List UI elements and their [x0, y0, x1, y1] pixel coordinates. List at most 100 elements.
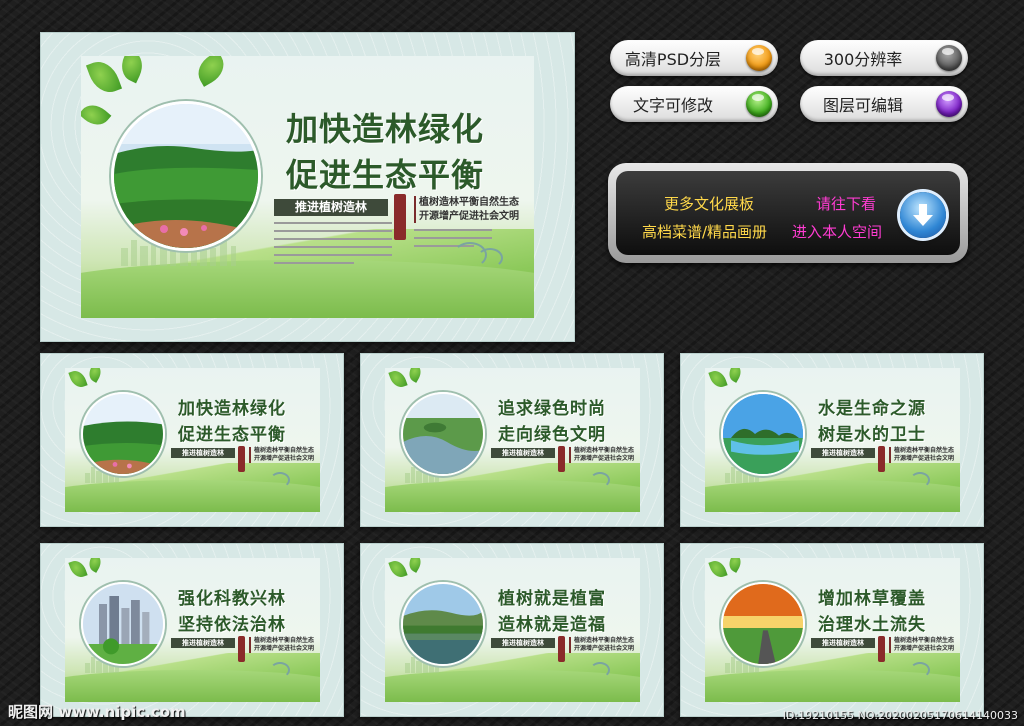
- slogan-line2: 开源增产促进社会文明: [254, 455, 315, 463]
- scene-photo: [403, 584, 483, 664]
- leaf-decoration: [708, 368, 728, 390]
- main-title-line2: 促进生态平衡: [286, 156, 485, 194]
- tag-bar: 推进植树造林: [491, 638, 555, 648]
- board-inner: 水是生命之源 树是水的卫士 推进植树造林 植树造林平衡自然生态 开源增产促进社会…: [705, 368, 960, 512]
- thumbnail-board[interactable]: 水是生命之源 树是水的卫士 推进植树造林 植树造林平衡自然生态 开源增产促进社会…: [680, 353, 984, 527]
- scene-photo-circle: [401, 582, 485, 666]
- thumbnail-board[interactable]: 追求绿色时尚 走向绿色文明 推进植树造林 植树造林平衡自然生态 开源增产促进社会…: [360, 353, 664, 527]
- leaf-decoration: [725, 558, 745, 573]
- leaf-decoration: [192, 56, 230, 87]
- board-inner: 追求绿色时尚 走向绿色文明 推进植树造林 植树造林平衡自然生态 开源增产促进社会…: [385, 368, 640, 512]
- slogan-line1: 植树造林平衡自然生态: [894, 637, 955, 644]
- thumbnail-board[interactable]: 加快造林绿化 促进生态平衡 推进植树造林 植树造林平衡自然生态 开源增产促进社会…: [40, 353, 344, 527]
- slogan-block: 植树造林平衡自然生态 开源增产促进社会文明: [889, 637, 955, 654]
- tag-bar: 推进植树造林: [811, 448, 875, 458]
- feature-editable-layers: 图层可编辑: [800, 86, 968, 122]
- thumb-title-line1: 植树就是植富: [498, 589, 606, 609]
- scene-photo: [723, 394, 803, 474]
- cloud-motif: [477, 248, 503, 268]
- slogan-block: 植树造林平衡自然生态 开源增产促进社会文明: [889, 447, 955, 464]
- slogan-block: 植树造林平衡自然生态 开源增产促进社会文明: [569, 637, 635, 654]
- thumb-title-line2: 促进生态平衡: [178, 425, 286, 445]
- leaf-decoration: [405, 368, 425, 383]
- scene-photo-circle: [401, 392, 485, 476]
- more-designs-banner[interactable]: 更多文化展板 高档菜谱/精品画册 请往下看 进入本人空间: [608, 163, 968, 263]
- leaf-decoration: [708, 558, 728, 580]
- leaf-decoration: [388, 558, 408, 580]
- forest-photo: [114, 104, 258, 248]
- slogan-line2: 开源增产促进社会文明: [254, 645, 315, 653]
- slogan-line1: 植树造林平衡自然生态: [254, 447, 315, 454]
- leaf-decoration: [85, 56, 123, 98]
- board-inner: 加快造林绿化 促进生态平衡 推进植树造林 植树造林平衡自然生态 开源增产促进社会…: [65, 368, 320, 512]
- slogan-block: 植树造林平衡自然生态 开源增产促进社会文明: [414, 196, 519, 223]
- thumbnail-board[interactable]: 增加林草覆盖 治理水土流失 推进植树造林 植树造林平衡自然生态 开源增产促进社会…: [680, 543, 984, 717]
- leaf-decoration: [85, 558, 105, 573]
- feature-label: 高清PSD分层: [624, 50, 722, 69]
- leaf-decoration: [85, 368, 105, 383]
- red-seal: [238, 446, 245, 472]
- green-hills-front: [81, 260, 534, 318]
- board-inner: 增加林草覆盖 治理水土流失 推进植树造林 植树造林平衡自然生态 开源增产促进社会…: [705, 558, 960, 702]
- scene-photo-circle: [721, 392, 805, 476]
- feature-editable-text: 文字可修改: [610, 86, 778, 122]
- leaf-decoration: [388, 368, 408, 390]
- slogan-line2: 开源增产促进社会文明: [419, 210, 519, 222]
- slogan-block: 植树造林平衡自然生态 开源增产促进社会文明: [249, 447, 315, 464]
- thumb-title-line2: 坚持依法治林: [178, 615, 286, 635]
- body-text-lines: [274, 222, 392, 264]
- slogan-line1: 植树造林平衡自然生态: [574, 447, 635, 454]
- feature-label: 图层可编辑: [822, 96, 903, 115]
- main-board-preview: 加快造林绿化 促进生态平衡 推进植树造林 植树造林平衡自然生态 开源增产促进社会…: [40, 32, 575, 342]
- board-inner: 植树就是植富 造林就是造福 推进植树造林 植树造林平衡自然生态 开源增产促进社会…: [385, 558, 640, 702]
- orange-dot-icon: [746, 45, 772, 71]
- watermark-right: ID:19210155 NO:20200205170614140033: [782, 709, 1018, 722]
- thumb-title-line2: 造林就是造福: [498, 615, 606, 635]
- slogan-line2: 开源增产促进社会文明: [574, 645, 635, 653]
- tag-bar: 推进植树造林: [171, 448, 235, 458]
- download-arrow-icon[interactable]: [900, 192, 946, 238]
- banner-line4: 进入本人空间: [792, 223, 883, 241]
- red-seal: [558, 636, 565, 662]
- board-inner: 加快造林绿化 促进生态平衡 推进植树造林 植树造林平衡自然生态 开源增产促进社会…: [81, 56, 534, 318]
- feature-label: 文字可修改: [632, 96, 713, 115]
- slogan-line1: 植树造林平衡自然生态: [894, 447, 955, 454]
- tag-bar: 推进植树造林: [171, 638, 235, 648]
- scene-photo-circle: [721, 582, 805, 666]
- banner-line1: 更多文化展板: [664, 195, 755, 213]
- main-title-line1: 加快造林绿化: [286, 110, 485, 148]
- tag-bar: 推进植树造林: [274, 199, 388, 216]
- scene-photo: [83, 584, 163, 664]
- leaf-decoration: [68, 558, 88, 580]
- thumb-title-line1: 强化科教兴林: [178, 589, 286, 609]
- purple-dot-icon: [936, 91, 962, 117]
- scene-photo-circle: [81, 582, 165, 666]
- thumbnail-board[interactable]: 植树就是植富 造林就是造福 推进植树造林 植树造林平衡自然生态 开源增产促进社会…: [360, 543, 664, 717]
- slogan-line2: 开源增产促进社会文明: [894, 645, 955, 653]
- feature-resolution: 300分辨率: [800, 40, 968, 76]
- thumb-title-line1: 追求绿色时尚: [498, 399, 606, 419]
- cloud-motif: [910, 662, 930, 678]
- cloud-motif: [910, 472, 930, 488]
- leaf-decoration: [68, 368, 88, 390]
- red-seal: [878, 636, 885, 662]
- red-seal: [878, 446, 885, 472]
- thumbnail-board[interactable]: 强化科教兴林 坚持依法治林 推进植树造林 植树造林平衡自然生态 开源增产促进社会…: [40, 543, 344, 717]
- scene-photo: [403, 394, 483, 474]
- slogan-line1: 植树造林平衡自然生态: [419, 197, 519, 208]
- cloud-motif: [270, 662, 290, 678]
- banner-inner: 更多文化展板 高档菜谱/精品画册 请往下看 进入本人空间: [616, 171, 960, 255]
- leaf-decoration: [116, 56, 148, 84]
- cloud-motif: [590, 472, 610, 488]
- thumb-title-line2: 树是水的卫士: [818, 425, 926, 445]
- slogan-block: 植树造林平衡自然生态 开源增产促进社会文明: [569, 447, 635, 464]
- feature-psd-layers: 高清PSD分层: [610, 40, 778, 76]
- thumb-title-line2: 治理水土流失: [818, 615, 926, 635]
- banner-line3: 请往下看: [816, 195, 877, 213]
- leaf-decoration: [81, 98, 112, 132]
- red-seal: [238, 636, 245, 662]
- cloud-motif: [590, 662, 610, 678]
- green-dot-icon: [746, 91, 772, 117]
- leaf-decoration: [405, 558, 425, 573]
- slogan-line1: 植树造林平衡自然生态: [574, 637, 635, 644]
